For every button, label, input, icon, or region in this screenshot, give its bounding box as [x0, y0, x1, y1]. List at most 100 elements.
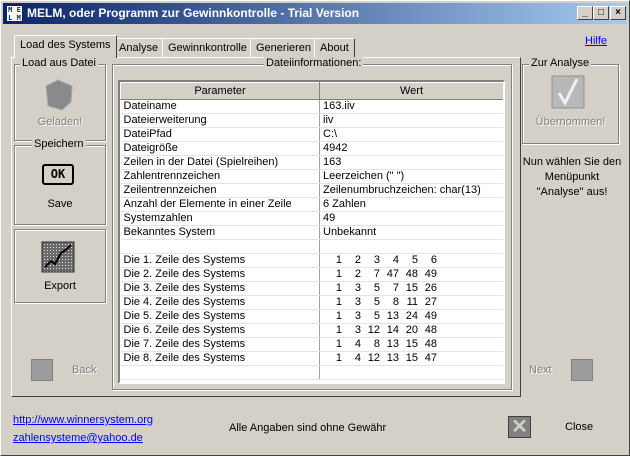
parameter-cell: Die 3. Zeile des Systems: [120, 281, 320, 296]
system-number: 8: [392, 295, 399, 308]
back-arrow-icon[interactable]: [31, 359, 53, 381]
table-row-empty[interactable]: [120, 239, 503, 254]
analyse-status: Übernommen!: [535, 116, 606, 128]
empty-cell: [120, 365, 320, 380]
parameter-cell: Die 7. Zeile des Systems: [120, 337, 320, 352]
system-numbers-cell: 1 4 8 13 15 48: [319, 337, 503, 352]
table-row-empty[interactable]: [120, 365, 503, 380]
export-icon[interactable]: [41, 241, 75, 273]
website-link[interactable]: http://www.winnersystem.org: [13, 414, 153, 426]
tab-generieren[interactable]: Generieren: [250, 38, 318, 58]
file-info-table[interactable]: Parameter Wert Dateiname 163.iiv Dateierw…: [118, 80, 505, 384]
title-bar[interactable]: M E L M MELM, oder Programm zur Gewinnko…: [3, 3, 627, 24]
table-row[interactable]: Die 2. Zeile des Systems 1 2 7 47 48 49: [120, 267, 503, 282]
save-button[interactable]: Save: [14, 198, 106, 210]
minimize-button[interactable]: _: [577, 6, 593, 20]
tab-gewinnkontrolle[interactable]: Gewinnkontrolle: [162, 38, 253, 58]
help-link[interactable]: Hilfe: [585, 35, 607, 47]
tab-analyse[interactable]: Analyse: [113, 38, 165, 58]
app-icon: M E L M: [6, 5, 23, 22]
disclaimer-text: Alle Angaben sind ohne Gewähr: [229, 422, 387, 434]
table-row[interactable]: Dateigröße 4942: [120, 141, 503, 156]
close-icon[interactable]: ✕: [508, 416, 531, 438]
table-row[interactable]: Die 8. Zeile des Systems 1 4 12 13 15 47: [120, 351, 503, 366]
close-button[interactable]: Close: [565, 421, 593, 433]
table-row[interactable]: Die 1. Zeile des Systems 1 2 3 4 5 6: [120, 253, 503, 268]
value-cell: 4942: [319, 141, 503, 156]
system-number: 27: [424, 295, 437, 308]
table-row[interactable]: DateiPfad C:\: [120, 127, 503, 142]
analyse-hint: Nun wählen Sie den Menüpunkt "Analyse" a…: [522, 156, 622, 198]
system-number: 4: [354, 337, 361, 350]
empty-cell: [120, 239, 320, 254]
table-row[interactable]: Die 5. Zeile des Systems 1 3 5 13 24 49: [120, 309, 503, 324]
table-row[interactable]: Die 7. Zeile des Systems 1 4 8 13 15 48: [120, 337, 503, 352]
system-number: 13: [386, 337, 399, 350]
system-numbers-cell: 1 4 12 13 15 47: [319, 351, 503, 366]
ok-icon[interactable]: OK: [42, 164, 74, 185]
system-number: 14: [386, 323, 399, 336]
tab-load-des-systems[interactable]: Load des Systems: [14, 35, 117, 58]
system-number: 6: [430, 253, 437, 266]
table-row[interactable]: Die 4. Zeile des Systems 1 3 5 8 11 27: [120, 295, 503, 310]
table-row[interactable]: Zeilentrennzeichen Zeilenumbruchzeichen: …: [120, 183, 503, 198]
system-numbers-cell: 123456: [319, 253, 503, 268]
system-number: 2: [354, 267, 361, 280]
system-number: 47: [386, 267, 399, 280]
system-number: 1: [335, 337, 342, 350]
system-number: 3: [354, 281, 361, 294]
system-number: 48: [424, 323, 437, 336]
table-row[interactable]: Die 3. Zeile des Systems 1 3 5 7 15 26: [120, 281, 503, 296]
email-link[interactable]: zahlensysteme@yahoo.de: [13, 432, 143, 444]
system-number: 8: [373, 337, 380, 350]
system-number: 13: [386, 351, 399, 364]
system-number: 1: [335, 295, 342, 308]
system-numbers-cell: 1 3 5 13 24 49: [319, 309, 503, 324]
table-row[interactable]: Dateiname 163.iiv: [120, 99, 503, 114]
system-number: 1: [335, 253, 342, 266]
system-number: 1: [335, 281, 342, 294]
table-row[interactable]: Zahlentrennzeichen Leerzeichen (" "): [120, 169, 503, 184]
folder-load-icon[interactable]: [42, 78, 75, 111]
back-button[interactable]: Back: [72, 364, 96, 376]
system-number: 24: [405, 309, 418, 322]
table-row[interactable]: Dateierweiterung iiv: [120, 113, 503, 128]
column-header-parameter[interactable]: Parameter: [120, 82, 320, 100]
tab-about[interactable]: About: [314, 38, 355, 58]
system-number: 4: [392, 253, 399, 266]
close-window-button[interactable]: ×: [610, 6, 626, 20]
system-number: 48: [424, 337, 437, 350]
parameter-cell: Zeilentrennzeichen: [120, 183, 320, 198]
value-cell: 49: [319, 211, 503, 226]
system-number: 15: [405, 337, 418, 350]
system-number: 5: [373, 309, 380, 322]
table-row[interactable]: Die 6. Zeile des Systems 1 3 12 14 20 48: [120, 323, 503, 338]
system-number: 4: [354, 351, 361, 364]
checkmark-icon[interactable]: [551, 75, 585, 109]
next-arrow-icon[interactable]: [571, 359, 593, 381]
system-number: 20: [405, 323, 418, 336]
next-button[interactable]: Next: [529, 364, 552, 376]
column-header-wert[interactable]: Wert: [319, 82, 503, 100]
parameter-cell: Dateiname: [120, 99, 320, 114]
parameter-cell: Systemzahlen: [120, 211, 320, 226]
value-cell: iiv: [319, 113, 503, 128]
system-number: 3: [354, 295, 361, 308]
export-button[interactable]: Export: [14, 280, 106, 292]
system-numbers-cell: 1 3 5 8 11 27: [319, 295, 503, 310]
load-status: Geladen!: [37, 116, 83, 128]
system-number: 1: [335, 267, 342, 280]
system-number: 1: [335, 351, 342, 364]
parameter-cell: Die 1. Zeile des Systems: [120, 253, 320, 268]
table-row[interactable]: Zeilen in der Datei (Spielreihen) 163: [120, 155, 503, 170]
app-window: M E L M MELM, oder Programm zur Gewinnko…: [0, 0, 630, 456]
system-number: 12: [367, 351, 380, 364]
table-row[interactable]: Systemzahlen 49: [120, 211, 503, 226]
system-numbers-cell: 1 2 7 47 48 49: [319, 267, 503, 282]
maximize-button[interactable]: □: [593, 6, 609, 20]
table-row[interactable]: Anzahl der Elemente in einer Zeile 6 Zahl…: [120, 197, 503, 212]
empty-cell: [319, 365, 503, 380]
system-number: 3: [373, 253, 380, 266]
system-number: 5: [373, 295, 380, 308]
table-row[interactable]: Bekanntes System Unbekannt: [120, 225, 503, 240]
